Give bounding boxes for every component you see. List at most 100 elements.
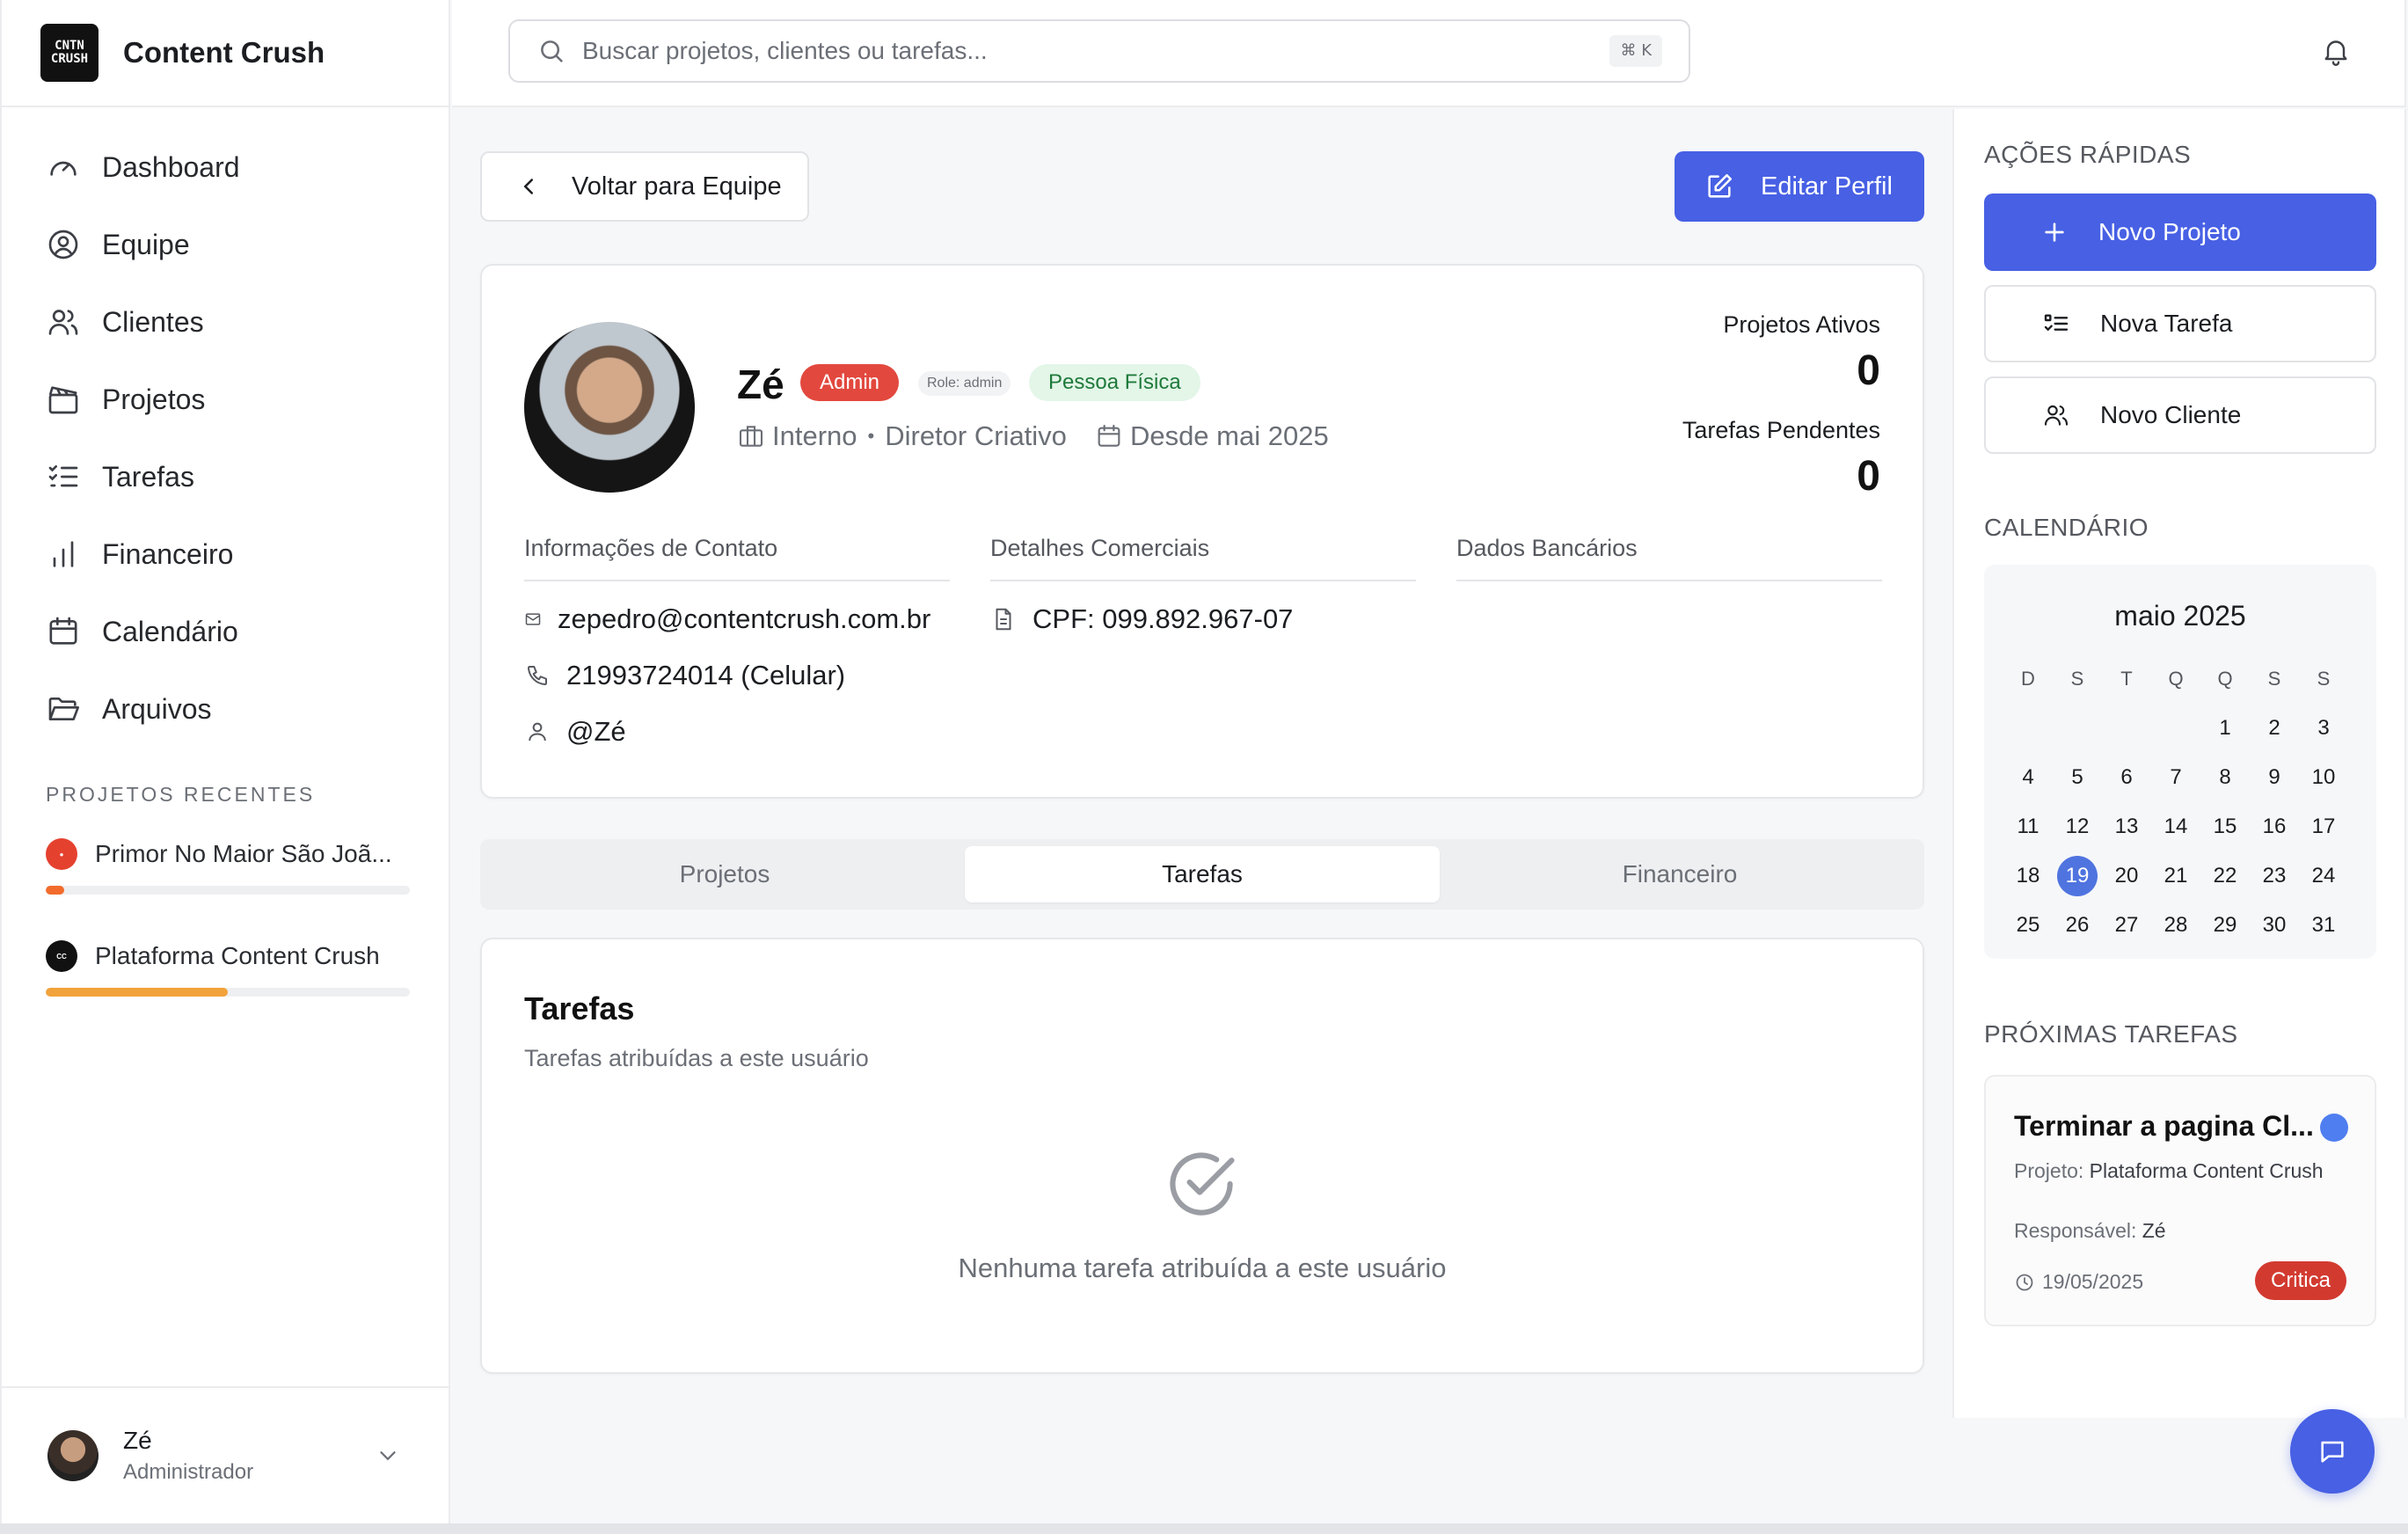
calendar-day[interactable]: 25: [2003, 901, 2053, 950]
nav-item-equipe[interactable]: Equipe: [2, 206, 449, 283]
message-icon: [2321, 1441, 2344, 1463]
contact-handle: @Zé: [524, 716, 626, 748]
users-icon: [2044, 405, 2069, 426]
commercial-details-heading: Detalhes Comerciais: [990, 535, 1416, 581]
calendar-day[interactable]: 18: [2003, 851, 2053, 901]
chevron-down-icon[interactable]: [375, 1443, 401, 1469]
calendar-weekday: D: [2021, 668, 2035, 690]
calendar-day[interactable]: 13: [2102, 802, 2151, 851]
nav-item-projetos[interactable]: Projetos: [2, 361, 449, 438]
user-circle-icon: [44, 225, 83, 264]
nav-item-dashboard[interactable]: Dashboard: [2, 128, 449, 206]
calendar-day[interactable]: 15: [2200, 802, 2250, 851]
calendar-day[interactable]: 12: [2053, 802, 2102, 851]
active-projects-count: 0: [1857, 347, 1880, 394]
calendar-weekday: Q: [2217, 668, 2233, 690]
nav-label: Arquivos: [102, 692, 212, 725]
calendar-day[interactable]: 23: [2250, 851, 2299, 901]
recent-project-item[interactable]: CC Plataforma Content Crush: [46, 931, 410, 981]
back-button-label: Voltar para Equipe: [572, 172, 782, 201]
user-menu[interactable]: Zé Administrador: [2, 1386, 449, 1523]
calendar-day[interactable]: 5: [2053, 753, 2102, 802]
edit-profile-button[interactable]: Editar Perfil: [1675, 151, 1924, 222]
pending-tasks-label: Tarefas Pendentes: [1682, 417, 1880, 443]
calendar-day[interactable]: 28: [2151, 901, 2200, 950]
calendar-day[interactable]: 9: [2250, 753, 2299, 802]
handle-value: @Zé: [566, 716, 626, 747]
new-client-button[interactable]: Novo Cliente: [1984, 376, 2376, 454]
calendar-day[interactable]: 29: [2200, 901, 2250, 950]
topbar: Buscar projetos, clientes ou tarefas... …: [452, 0, 2406, 107]
calendar-day[interactable]: 17: [2299, 802, 2348, 851]
calendar-day[interactable]: 1: [2200, 704, 2250, 753]
list-todo-icon: [2044, 314, 2069, 332]
new-project-button[interactable]: Novo Projeto: [1984, 194, 2376, 271]
new-project-label: Novo Projeto: [2098, 218, 2241, 245]
pending-tasks-count: 0: [1857, 453, 1880, 500]
cpf-value: CPF: 099.892.967-07: [1033, 603, 1294, 634]
nav-label: Financeiro: [102, 537, 234, 570]
tab-financeiro[interactable]: Financeiro: [1442, 846, 1917, 902]
profile-meta: Interno • Diretor Criativo Desde mai 202…: [737, 420, 1329, 452]
brand[interactable]: CNTN CRUSH Content Crush: [2, 0, 449, 107]
clapperboard-icon: [44, 380, 83, 419]
nav-item-tarefas[interactable]: Tarefas: [2, 438, 449, 515]
calendar-day[interactable]: 21: [2151, 851, 2200, 901]
list-checks-icon: [44, 457, 83, 496]
profile-photo: [524, 322, 695, 493]
clock-icon: [2016, 1274, 2033, 1290]
nav-item-financeiro[interactable]: Financeiro: [2, 515, 449, 593]
calendar-week: 4 5 6 7 8 9 10: [2003, 753, 2348, 802]
new-task-button[interactable]: Nova Tarefa: [1984, 285, 2376, 362]
contact-email[interactable]: zepedro@contentcrush.com.br: [524, 603, 930, 635]
brand-name: Content Crush: [123, 36, 325, 69]
calendar-day[interactable]: 7: [2151, 753, 2200, 802]
calendar-day[interactable]: 2: [2250, 704, 2299, 753]
calendar-weekday: S: [2070, 668, 2084, 690]
calendar-day[interactable]: 22: [2200, 851, 2250, 901]
back-to-team-button[interactable]: Voltar para Equipe: [480, 151, 809, 222]
nav-item-calendario[interactable]: Calendário: [2, 593, 449, 670]
calendar-day[interactable]: 27: [2102, 901, 2151, 950]
calendar-day[interactable]: 11: [2003, 802, 2053, 851]
calendar-month: maio 2025: [2114, 600, 2246, 632]
tab-tarefas[interactable]: Tarefas: [965, 846, 1440, 902]
calendar-day[interactable]: 31: [2299, 901, 2348, 950]
meta-separator: •: [867, 425, 875, 447]
commercial-cpf: CPF: 099.892.967-07: [990, 603, 1293, 635]
calendar-day[interactable]: 8: [2200, 753, 2250, 802]
profile-department: Interno: [772, 420, 857, 451]
task-date-value: 19/05/2025: [2042, 1270, 2144, 1293]
calendar-grid: D S T Q Q S S 1 2 3 4 5 6 7 8 9 10 11 12 13 14 15 16 17 18 19 20 21…: [2003, 654, 2348, 950]
quick-actions-heading: AÇÕES RÁPIDAS: [1984, 141, 2192, 168]
tab-projetos[interactable]: Projetos: [487, 846, 962, 902]
calendar-day[interactable]: 14: [2151, 802, 2200, 851]
calendar-day[interactable]: 16: [2250, 802, 2299, 851]
nav-item-arquivos[interactable]: Arquivos: [2, 670, 449, 748]
bell-icon[interactable]: [2320, 35, 2352, 67]
contact-phone[interactable]: 21993724014 (Celular): [524, 660, 845, 691]
calendar-day[interactable]: 30: [2250, 901, 2299, 950]
calendar-day[interactable]: 26: [2053, 901, 2102, 950]
contact-info-heading: Informações de Contato: [524, 535, 950, 581]
user-icon: [529, 722, 546, 741]
calendar-day[interactable]: 10: [2299, 753, 2348, 802]
calendar-day[interactable]: 6: [2102, 753, 2151, 802]
document-icon: [996, 608, 1011, 631]
search-input[interactable]: Buscar projetos, clientes ou tarefas... …: [508, 19, 1690, 83]
nav-label: Equipe: [102, 228, 190, 260]
profile-since: Desde mai 2025: [1129, 420, 1329, 451]
calendar-day[interactable]: 4: [2003, 753, 2053, 802]
chat-button[interactable]: [2290, 1409, 2375, 1494]
calendar-day[interactable]: 20: [2102, 851, 2151, 901]
calendar-day[interactable]: 3: [2299, 704, 2348, 753]
calendar-day: [2102, 704, 2151, 753]
calendar-day-today[interactable]: 19: [2057, 856, 2098, 896]
recent-project-item[interactable]: ● Primor No Maior São Joã...: [46, 829, 410, 879]
calendar-day[interactable]: 24: [2299, 851, 2348, 901]
search-placeholder: Buscar projetos, clientes ou tarefas...: [582, 37, 988, 64]
calendar-week: 25 26 27 28 29 30 31: [2003, 901, 2348, 950]
nav-item-clientes[interactable]: Clientes: [2, 283, 449, 361]
upcoming-task-card[interactable]: Terminar a pagina Cl... Projeto: Platafo…: [1984, 1075, 2376, 1326]
calendar-icon: [44, 612, 83, 651]
